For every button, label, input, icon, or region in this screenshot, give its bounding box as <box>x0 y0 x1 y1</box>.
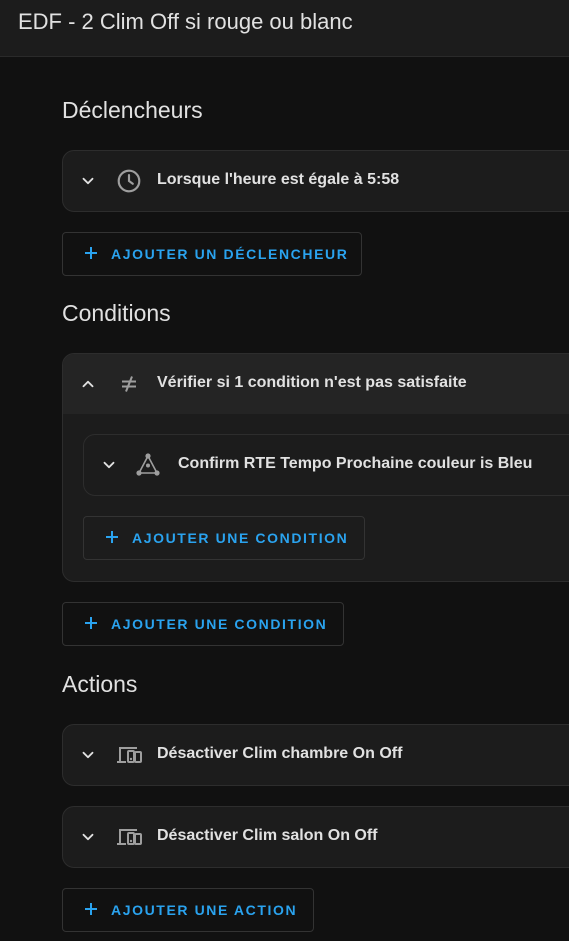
chevron-down-icon[interactable] <box>79 828 97 846</box>
condition-group-card: Vérifier si 1 condition n'est pas satisf… <box>62 353 569 582</box>
actions-heading: Actions <box>62 671 138 697</box>
action-label: Désactiver Clim salon On Off <box>157 827 378 844</box>
top-bar: EDF - 2 Clim Off si rouge ou blanc <box>0 0 569 57</box>
plus-icon <box>85 247 97 259</box>
conditions-heading: Conditions <box>62 300 171 326</box>
add-condition-button[interactable]: AJOUTER UNE CONDITION <box>62 602 344 646</box>
add-nested-condition-label: AJOUTER UNE CONDITION <box>132 530 349 546</box>
condition-group-label: Vérifier si 1 condition n'est pas satisf… <box>157 374 467 391</box>
chevron-down-icon[interactable] <box>79 172 97 190</box>
trigger-row[interactable]: Lorsque l'heure est égale à 5:58 <box>63 151 569 211</box>
plus-icon <box>85 903 97 915</box>
plus-icon <box>85 617 97 629</box>
chevron-up-icon[interactable] <box>79 375 97 393</box>
add-trigger-label: AJOUTER UN DÉCLENCHEUR <box>111 246 349 262</box>
add-action-label: AJOUTER UNE ACTION <box>111 902 298 918</box>
state-graph-icon <box>136 453 160 476</box>
action-row[interactable]: Désactiver Clim chambre On Off <box>63 725 569 785</box>
clock-icon <box>117 169 141 193</box>
triggers-heading: Déclencheurs <box>62 97 203 123</box>
add-action-button[interactable]: AJOUTER UNE ACTION <box>62 888 314 932</box>
page-title: EDF - 2 Clim Off si rouge ou blanc <box>18 9 353 34</box>
chevron-down-icon[interactable] <box>79 746 97 764</box>
condition-group-header[interactable]: Vérifier si 1 condition n'est pas satisf… <box>63 354 569 414</box>
action-card[interactable]: Désactiver Clim chambre On Off <box>62 724 569 786</box>
condition-card[interactable]: Confirm RTE Tempo Prochaine couleur is B… <box>83 434 569 496</box>
add-condition-label: AJOUTER UNE CONDITION <box>111 616 328 632</box>
trigger-label: Lorsque l'heure est égale à 5:58 <box>157 171 400 188</box>
action-row[interactable]: Désactiver Clim salon On Off <box>63 807 569 867</box>
condition-row[interactable]: Confirm RTE Tempo Prochaine couleur is B… <box>84 435 569 495</box>
condition-label: Confirm RTE Tempo Prochaine couleur is B… <box>178 455 533 472</box>
plus-icon <box>106 531 118 543</box>
add-nested-condition-button[interactable]: AJOUTER UNE CONDITION <box>83 516 365 560</box>
devices-icon <box>117 747 142 763</box>
not-equal-icon <box>122 376 136 392</box>
action-label: Désactiver Clim chambre On Off <box>157 745 403 762</box>
chevron-down-icon[interactable] <box>100 456 118 474</box>
action-card[interactable]: Désactiver Clim salon On Off <box>62 806 569 868</box>
trigger-card[interactable]: Lorsque l'heure est égale à 5:58 <box>62 150 569 212</box>
add-trigger-button[interactable]: AJOUTER UN DÉCLENCHEUR <box>62 232 362 276</box>
devices-icon <box>117 829 142 845</box>
